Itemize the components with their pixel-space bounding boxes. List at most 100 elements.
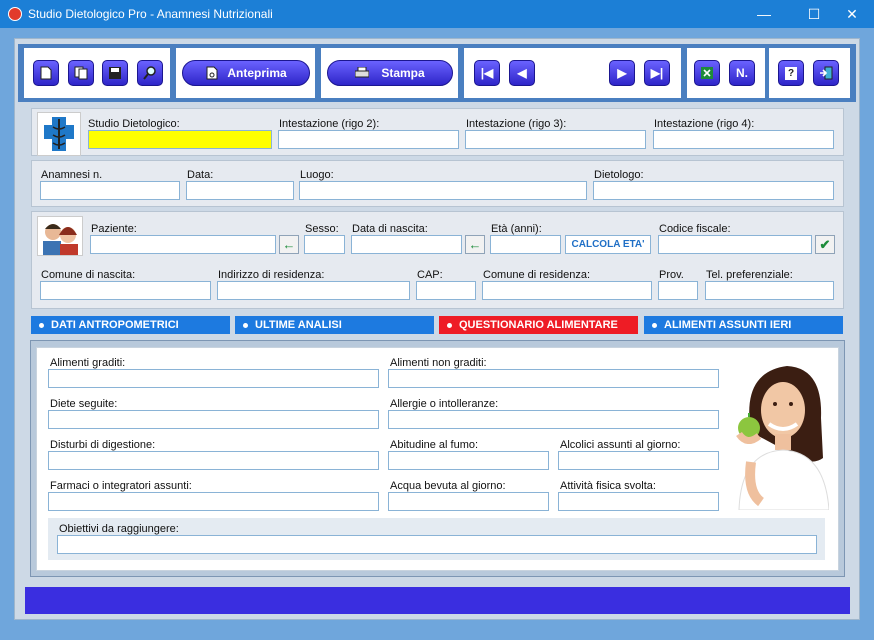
water-field[interactable] <box>388 492 549 511</box>
copy-icon <box>74 66 88 80</box>
record-number-label: Anamnesi n. <box>41 169 103 181</box>
age-label: Età (anni): <box>491 223 542 235</box>
verify-tax-code-button[interactable]: ✔ <box>815 235 835 254</box>
floppy-disk-icon <box>109 67 121 79</box>
record-place-field[interactable] <box>299 181 587 200</box>
tab-label: QUESTIONARIO ALIMENTARE <box>459 319 618 331</box>
header-line4-label: Intestazione (rigo 4): <box>654 118 755 130</box>
activity-field[interactable] <box>558 492 719 511</box>
close-button[interactable]: ✕ <box>830 0 874 28</box>
next-record-button[interactable]: ▶ <box>609 60 635 86</box>
tab-label: ULTIME ANALISI <box>255 319 342 331</box>
save-button[interactable] <box>102 60 128 86</box>
status-bar <box>25 587 850 614</box>
first-record-button[interactable]: |◀ <box>474 60 500 86</box>
zip-field[interactable] <box>416 281 476 300</box>
tax-code-field[interactable] <box>658 235 812 254</box>
preview-document-icon <box>206 66 218 80</box>
patient-photo <box>37 216 83 256</box>
help-icon: ? <box>785 66 797 80</box>
header-line2-field[interactable] <box>278 130 459 149</box>
age-field[interactable] <box>490 235 561 254</box>
arrow-left-icon: ← <box>468 237 482 252</box>
digestion-field[interactable] <box>48 451 379 470</box>
studio-field[interactable] <box>88 130 272 149</box>
water-label: Acqua bevuta al giorno: <box>390 480 506 492</box>
birthdate-field[interactable] <box>351 235 462 254</box>
tax-code-label: Codice fiscale: <box>659 223 731 235</box>
exit-button[interactable] <box>813 60 839 86</box>
patient-couple-icon <box>43 224 78 255</box>
search-button[interactable] <box>137 60 163 86</box>
province-field[interactable] <box>658 281 698 300</box>
liked-foods-label: Alimenti graditi: <box>50 357 126 369</box>
dietologist-field[interactable] <box>593 181 834 200</box>
woman-with-apple-icon <box>736 366 829 510</box>
calculate-age-button[interactable]: CALCOLA ETA' <box>565 235 651 254</box>
previous-record-button[interactable]: ◀ <box>509 60 535 86</box>
tab-foods-yesterday[interactable]: ALIMENTI ASSUNTI IERI <box>644 316 843 334</box>
header-line3-label: Intestazione (rigo 3): <box>466 118 567 130</box>
help-button[interactable]: ? <box>778 60 804 86</box>
allergies-label: Allergie o intolleranze: <box>390 398 499 410</box>
record-date-field[interactable] <box>186 181 294 200</box>
tab-anthropometric[interactable]: DATI ANTROPOMETRICI <box>31 316 230 334</box>
bullet-icon <box>652 322 657 328</box>
printer-icon <box>355 67 370 78</box>
previous-icon: ◀ <box>517 66 527 80</box>
tab-latest-analyses[interactable]: ULTIME ANALISI <box>235 316 434 334</box>
residence-field[interactable] <box>482 281 652 300</box>
bullet-icon <box>39 322 44 328</box>
record-number-field[interactable] <box>40 181 180 200</box>
last-record-button[interactable]: ▶| <box>644 60 670 86</box>
disliked-foods-field[interactable] <box>388 369 719 388</box>
caduceus-logo <box>37 112 81 156</box>
alcohol-label: Alcolici assunti al giorno: <box>560 439 681 451</box>
digestion-label: Disturbi di digestione: <box>50 439 156 451</box>
smoking-field[interactable] <box>388 451 549 470</box>
patient-name-field[interactable] <box>90 235 276 254</box>
allergies-field[interactable] <box>388 410 719 429</box>
sex-label: Sesso: <box>305 223 339 235</box>
phone-field[interactable] <box>705 281 834 300</box>
birthplace-field[interactable] <box>40 281 211 300</box>
drugs-label: Farmaci o integratori assunti: <box>50 480 192 492</box>
zip-label: CAP: <box>417 269 443 281</box>
print-button[interactable]: Stampa <box>327 60 453 86</box>
minimize-button[interactable]: — <box>742 0 786 28</box>
sex-field[interactable] <box>304 235 345 254</box>
alcohol-field[interactable] <box>558 451 719 470</box>
birthdate-picker-button[interactable]: ← <box>465 235 485 254</box>
address-field[interactable] <box>217 281 410 300</box>
next-icon: ▶ <box>617 66 627 80</box>
preview-button[interactable]: Anteprima <box>182 60 310 86</box>
excel-export-button[interactable] <box>694 60 720 86</box>
last-icon: ▶| <box>650 66 664 80</box>
notes-button[interactable]: N. <box>729 60 755 86</box>
goals-field[interactable] <box>57 535 817 554</box>
notes-label: N. <box>736 66 748 80</box>
tab-food-questionnaire[interactable]: QUESTIONARIO ALIMENTARE <box>439 316 638 334</box>
record-place-label: Luogo: <box>300 169 334 181</box>
excel-icon <box>701 67 713 79</box>
dietologist-label: Dietologo: <box>594 169 644 181</box>
title-bar: Studio Dietologico Pro - Anamnesi Nutriz… <box>0 0 874 28</box>
liked-foods-field[interactable] <box>48 369 379 388</box>
duplicate-button[interactable] <box>68 60 94 86</box>
drugs-field[interactable] <box>48 492 379 511</box>
header-line2-label: Intestazione (rigo 2): <box>279 118 380 130</box>
address-label: Indirizzo di residenza: <box>218 269 325 281</box>
new-button[interactable] <box>33 60 59 86</box>
bullet-icon <box>447 322 452 328</box>
new-document-icon <box>40 66 52 80</box>
preview-label: Anteprima <box>227 66 287 80</box>
diets-field[interactable] <box>48 410 379 429</box>
exit-door-icon <box>820 66 833 80</box>
header-line4-field[interactable] <box>653 130 834 149</box>
phone-label: Tel. preferenziale: <box>706 269 793 281</box>
activity-label: Attività fisica svolta: <box>560 480 656 492</box>
header-line3-field[interactable] <box>465 130 646 149</box>
smoking-label: Abitudine al fumo: <box>390 439 479 451</box>
tab-label: ALIMENTI ASSUNTI IERI <box>664 319 792 331</box>
select-patient-button[interactable]: ← <box>279 235 299 254</box>
